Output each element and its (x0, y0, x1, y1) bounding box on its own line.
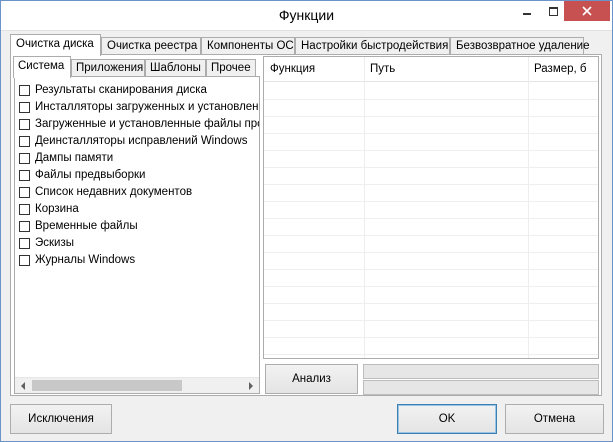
tab-applications[interactable]: Приложения (71, 59, 145, 77)
tab-system[interactable]: Система (13, 56, 71, 78)
checkbox[interactable] (19, 135, 30, 147)
list-item[interactable]: Загруженные и установленные файлы прог (19, 116, 260, 132)
cleanup-items-list: Результаты сканирования диска Инсталлято… (14, 76, 260, 394)
list-item[interactable]: Эскизы (19, 235, 74, 251)
table-row (264, 252, 598, 253)
list-item-label: Деинсталляторы исправлений Windows (35, 135, 248, 147)
table-row (264, 184, 598, 185)
table-row (264, 354, 598, 355)
list-item-label: Файлы предвыборки (35, 169, 146, 181)
tab-performance-settings[interactable]: Настройки быстродействия (295, 37, 450, 55)
column-header-path[interactable]: Путь (364, 57, 528, 81)
tab-label: Приложения (76, 62, 144, 74)
list-item-label: Эскизы (35, 237, 75, 249)
table-row (264, 116, 598, 117)
tab-label: Очистка реестра (107, 40, 198, 52)
table-row (264, 167, 598, 168)
column-header-size[interactable]: Размер, б (528, 57, 598, 81)
scroll-right-button[interactable] (243, 378, 259, 393)
table-row (264, 337, 598, 338)
list-item[interactable]: Результаты сканирования диска (19, 82, 207, 98)
scroll-left-button[interactable] (15, 378, 31, 393)
ok-button[interactable]: OK (397, 404, 497, 434)
horizontal-scrollbar[interactable] (15, 377, 259, 393)
list-item-label: Корзина (35, 203, 79, 215)
title-bar[interactable]: Функции (1, 1, 612, 31)
column-divider (528, 57, 529, 358)
table-row (264, 235, 598, 236)
chevron-right-icon (249, 381, 253, 390)
table-row (264, 133, 598, 134)
progress-bar-overall (363, 364, 599, 379)
list-item[interactable]: Временные файлы (19, 218, 138, 234)
tab-label: Безвозвратное удаление (456, 40, 590, 52)
list-item[interactable]: Файлы предвыборки (19, 167, 145, 183)
checkbox[interactable] (19, 152, 30, 164)
close-icon (582, 6, 592, 16)
tab-label: Шаблоны (150, 62, 201, 74)
checkbox[interactable] (19, 254, 30, 266)
table-row (264, 99, 598, 100)
tab-label: Компоненты ОС (207, 40, 294, 52)
checkbox[interactable] (19, 220, 30, 232)
column-divider (364, 57, 365, 358)
list-item-label: Журналы Windows (35, 254, 136, 266)
list-item-label: Список недавних документов (35, 186, 193, 198)
tab-label: Настройки быстродействия (301, 40, 449, 52)
scrollbar-thumb[interactable] (32, 380, 182, 391)
maximize-icon (548, 6, 558, 16)
tab-disk-cleanup[interactable]: Очистка диска (10, 34, 101, 56)
list-item[interactable]: Инсталляторы загруженных и установленны (19, 99, 260, 115)
list-item-label: Инсталляторы загруженных и установленны (35, 101, 260, 113)
tab-templates[interactable]: Шаблоны (145, 59, 206, 77)
list-item-label: Загруженные и установленные файлы прог (35, 118, 260, 130)
list-item-label: Результаты сканирования диска (35, 84, 207, 96)
list-item[interactable]: Журналы Windows (19, 252, 135, 268)
table-header: Функция Путь Размер, б (264, 57, 598, 82)
table-row (264, 201, 598, 202)
table-row (264, 320, 598, 321)
list-item[interactable]: Корзина (19, 201, 79, 217)
table-row (264, 218, 598, 219)
list-item-label: Временные файлы (35, 220, 138, 232)
checkbox[interactable] (19, 186, 30, 198)
maximize-button[interactable] (540, 1, 566, 21)
progress-bar-current (363, 380, 599, 395)
minimize-button[interactable] (514, 1, 540, 21)
tab-permanent-delete[interactable]: Безвозвратное удаление (450, 37, 590, 55)
table-row (264, 150, 598, 151)
table-row (264, 286, 598, 287)
list-item[interactable]: Список недавних документов (19, 184, 192, 200)
list-item-label: Дампы памяти (35, 152, 114, 164)
checkbox[interactable] (19, 237, 30, 249)
column-header-function[interactable]: Функция (264, 57, 364, 81)
chevron-left-icon (21, 381, 25, 390)
disk-cleanup-panel: Система Приложения Шаблоны Прочее Резуль… (10, 54, 602, 396)
table-row (264, 269, 598, 270)
close-button[interactable] (564, 1, 610, 21)
checkbox[interactable] (19, 118, 30, 130)
tab-registry-cleanup[interactable]: Очистка реестра (101, 37, 201, 55)
list-item[interactable]: Дампы памяти (19, 150, 113, 166)
minimize-icon (523, 13, 531, 15)
tab-label: Прочее (211, 62, 251, 74)
table-row (264, 303, 598, 304)
exclusions-button[interactable]: Исключения (10, 404, 112, 434)
list-item[interactable]: Деинсталляторы исправлений Windows (19, 133, 247, 149)
functions-window: Функции Очистка диска Очистка реестра Ко… (0, 0, 613, 442)
analyze-button[interactable]: Анализ (265, 364, 358, 394)
checkbox[interactable] (19, 169, 30, 181)
tab-label: Система (18, 60, 65, 72)
checkbox[interactable] (19, 84, 30, 96)
tab-os-components[interactable]: Компоненты ОС (201, 37, 295, 55)
checkbox[interactable] (19, 203, 30, 215)
cancel-button[interactable]: Отмена (505, 404, 604, 434)
results-table[interactable]: Функция Путь Размер, б (263, 56, 599, 359)
tab-other[interactable]: Прочее (206, 59, 256, 77)
tab-label: Очистка диска (16, 38, 94, 50)
checkbox[interactable] (19, 101, 30, 113)
